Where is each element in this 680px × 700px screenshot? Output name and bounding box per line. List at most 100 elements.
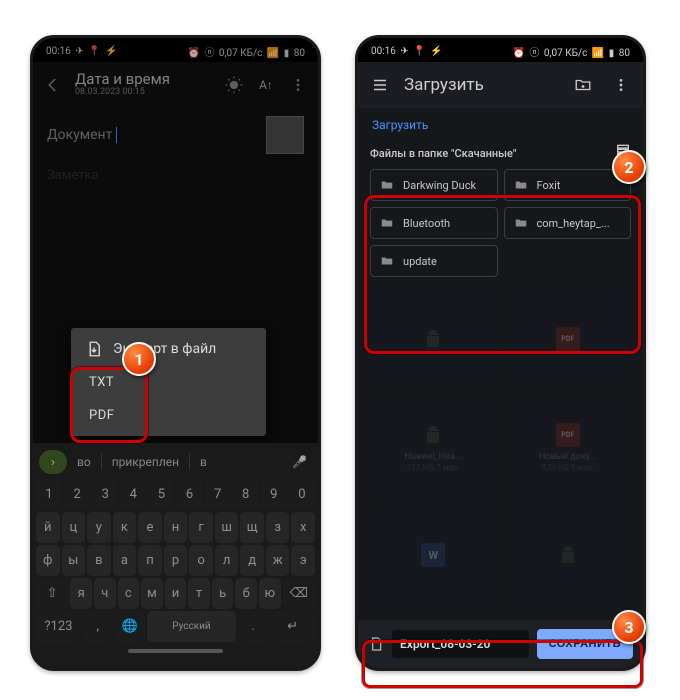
phone-right: 00:16 ✈ 📍 ⚡ ⏰ ⓝ 0,07 КБ/с 📶 ▮ 80 Загрузи…	[355, 35, 646, 671]
key-3[interactable]: 3	[92, 479, 118, 510]
key-я[interactable]: я	[70, 578, 92, 609]
callout-2-badge: 2	[612, 150, 646, 184]
key-2[interactable]: 2	[64, 479, 90, 510]
key-⌫[interactable]: ⌫	[283, 578, 315, 609]
key-ь[interactable]: ь	[212, 578, 234, 609]
key-к[interactable]: к	[113, 512, 137, 543]
key-м[interactable]: м	[141, 578, 163, 609]
key-х[interactable]: х	[291, 512, 315, 543]
breadcrumb[interactable]: Загрузить	[370, 114, 631, 142]
export-option-txt[interactable]: TXT	[71, 366, 266, 399]
net-speed: 0,07 КБ/с	[544, 48, 587, 59]
key-щ[interactable]: щ	[240, 512, 264, 543]
export-popup: Экспорт в файл TXT PDF	[71, 328, 266, 436]
key-ч[interactable]: ч	[94, 578, 116, 609]
filename-field[interactable]: Export_08-03-20	[392, 630, 529, 658]
file-tile[interactable]: Huawei_Hea...122 МБ 7 мар.	[370, 397, 497, 497]
key-б[interactable]: б	[235, 578, 257, 609]
key-,[interactable]: ,	[83, 611, 113, 642]
key-ф[interactable]: ф	[36, 545, 60, 576]
file-grid: PDFHuawei_Hea...122 МБ 7 мар.PDFНовый до…	[370, 289, 631, 605]
key-э[interactable]: э	[291, 545, 315, 576]
key-?123[interactable]: ?123	[36, 611, 81, 642]
key-е[interactable]: е	[138, 512, 162, 543]
key-ы[interactable]: ы	[62, 545, 86, 576]
key-0[interactable]: 0	[289, 479, 315, 510]
mic-icon[interactable]: 🎤	[292, 455, 315, 469]
nfc-icon: ⓝ	[529, 48, 539, 59]
nav-bar	[36, 644, 315, 658]
section-title: Файлы в папке "Скачанные"	[370, 147, 516, 160]
file-tile[interactable]: W	[370, 505, 497, 605]
key-ж[interactable]: ж	[266, 545, 290, 576]
folder-item[interactable]: Bluetooth	[370, 207, 498, 239]
key-й[interactable]: й	[36, 512, 60, 543]
folder-item[interactable]: com_heytap_...	[504, 207, 632, 239]
file-picker-body: Загрузить Файлы в папке "Скачанные" Dark…	[358, 108, 643, 628]
key-ю[interactable]: ю	[259, 578, 281, 609]
suggestion-3[interactable]: в	[190, 455, 217, 469]
key-Русский[interactable]: Русский	[147, 611, 237, 642]
key-🌐[interactable]: 🌐	[115, 611, 145, 642]
alarm-icon: ⏰	[513, 48, 525, 59]
hamburger-menu-icon[interactable]	[366, 71, 394, 99]
folder-item[interactable]: Foxit	[504, 169, 632, 201]
file-tile[interactable]: PDF	[505, 289, 632, 389]
key-д[interactable]: д	[240, 545, 264, 576]
file-icon	[368, 635, 384, 653]
export-option-pdf[interactable]: PDF	[71, 399, 266, 432]
file-picker-title: Загрузить	[404, 75, 559, 95]
key-ц[interactable]: ц	[62, 512, 86, 543]
key-7[interactable]: 7	[205, 479, 231, 510]
callout-3-badge: 3	[612, 610, 646, 644]
signal-icon: ▮	[609, 48, 615, 59]
file-picker-footer: Export_08-03-20 СОХРАНИТЬ	[358, 620, 643, 668]
key-↵[interactable]: ↵	[270, 611, 315, 642]
key-с[interactable]: с	[118, 578, 140, 609]
suggestion-row: › во прикреплен в 🎤	[36, 447, 315, 477]
key-6[interactable]: 6	[176, 479, 202, 510]
key-1[interactable]: 1	[36, 479, 62, 510]
telegram-icon: ✈	[400, 46, 408, 57]
key-у[interactable]: у	[87, 512, 111, 543]
key-р[interactable]: р	[164, 545, 188, 576]
file-picker-header: Загрузить	[358, 62, 643, 108]
key-л[interactable]: л	[215, 545, 239, 576]
key-н[interactable]: н	[164, 512, 188, 543]
callout-1-badge: 1	[122, 342, 156, 376]
key-4[interactable]: 4	[120, 479, 146, 510]
key-в[interactable]: в	[87, 545, 111, 576]
key-5[interactable]: 5	[148, 479, 174, 510]
home-indicator[interactable]	[128, 649, 223, 653]
key-г[interactable]: г	[189, 512, 213, 543]
key-т[interactable]: т	[188, 578, 210, 609]
flash-icon: ⚡	[430, 46, 442, 57]
status-bar: 00:16 ✈ 📍 ⚡ ⏰ ⓝ 0,07 КБ/с 📶 ▮ 80	[358, 38, 643, 62]
new-folder-icon[interactable]	[569, 71, 597, 99]
folder-item[interactable]: Darkwing Duck	[370, 169, 498, 201]
status-time: 00:16	[371, 46, 396, 57]
suggestion-go-icon[interactable]: ›	[39, 450, 67, 474]
key-з[interactable]: з	[266, 512, 290, 543]
file-tile[interactable]	[370, 289, 497, 389]
overflow-menu-icon[interactable]	[607, 71, 635, 99]
key-и[interactable]: и	[165, 578, 187, 609]
wifi-icon: 📶	[592, 48, 604, 59]
key-.[interactable]: .	[238, 611, 268, 642]
suggestion-1[interactable]: во	[67, 455, 101, 469]
suggestion-2[interactable]: прикреплен	[102, 455, 189, 469]
battery-icon: 80	[619, 48, 630, 59]
key-о[interactable]: о	[189, 545, 213, 576]
key-8[interactable]: 8	[233, 479, 259, 510]
folder-item[interactable]: update	[370, 245, 498, 277]
key-а[interactable]: а	[113, 545, 137, 576]
key-⇧[interactable]: ⇧	[36, 578, 68, 609]
file-tile[interactable]: PDFНовый доку...8,29 КБ 5 мар.	[505, 397, 632, 497]
file-tile[interactable]	[505, 505, 632, 605]
phone-left: 00:16 ✈ 📍 ⚡ ⏰ ⓝ 0,07 КБ/с 📶 ▮ 80 Дата и …	[30, 35, 321, 671]
key-п[interactable]: п	[138, 545, 162, 576]
key-9[interactable]: 9	[261, 479, 287, 510]
key-ш[interactable]: ш	[215, 512, 239, 543]
soft-keyboard: › во прикреплен в 🎤 1234567890 йцукенгшщ…	[33, 443, 318, 668]
file-export-icon	[85, 340, 103, 358]
